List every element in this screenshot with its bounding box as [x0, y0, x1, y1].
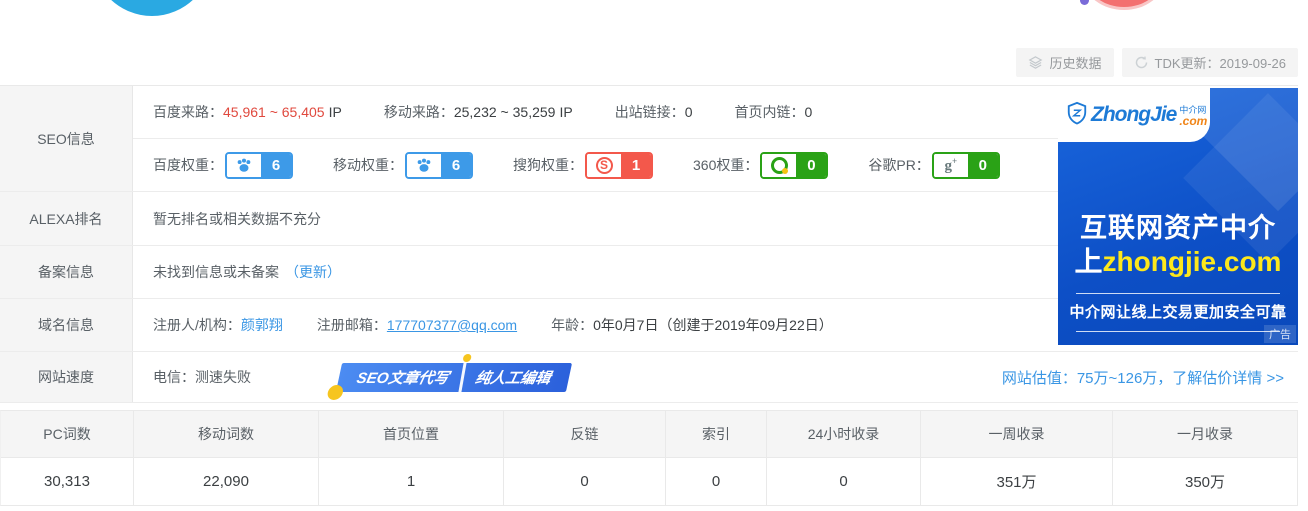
stats-value-cell: 30,313	[1, 458, 134, 505]
ad-domain-line: 上zhongjie.com	[1058, 240, 1298, 280]
icp-value: 未找到信息或未备案	[153, 262, 279, 282]
registrant-link[interactable]: 颜郭翔	[241, 315, 283, 335]
stats-value-cell: 0	[767, 458, 921, 505]
alexa-row-label: ALEXA排名	[0, 192, 133, 245]
stats-header-cell: 移动词数	[134, 411, 319, 458]
alexa-value: 暂无排名或相关数据不充分	[153, 209, 321, 229]
valuation-detail-link[interactable]: 了解估价详情 >>	[1172, 370, 1284, 387]
cropped-logo-dot	[1080, 0, 1089, 5]
weight-360-badge[interactable]: 0	[760, 152, 828, 179]
stats-header-cell: 反链	[504, 411, 666, 458]
seo-report-page: 历史数据 TDK更新：2019-09-26 SEO信息 百度来路： 45,961…	[0, 0, 1308, 511]
mobile-weight-badge[interactable]: 6	[405, 152, 473, 179]
google-pr-badge[interactable]: g+ 0	[932, 152, 1000, 179]
ad-divider	[1076, 331, 1280, 332]
stats-value-cell: 0	[504, 458, 666, 505]
outbound-links: 出站链接： 0	[615, 102, 693, 122]
stats-value-row: 30,313 22,090 1 0 0 0 351万 350万	[1, 458, 1297, 505]
sogou-s-icon: S	[587, 154, 621, 177]
zhongjie-logo: ZhongJie 中介网 .com	[1058, 88, 1210, 142]
stats-value-cell: 0	[666, 458, 767, 505]
history-data-label: 历史数据	[1049, 53, 1101, 72]
registrant: 注册人/机构： 颜郭翔	[153, 315, 283, 335]
ad-tag-label: 广告	[1264, 325, 1296, 343]
sogou-weight: 搜狗权重： S 1	[513, 152, 653, 179]
mobile-weight: 移动权重： 6	[333, 152, 473, 179]
telecom-speed-value: 电信：测速失败	[153, 367, 251, 387]
email-link[interactable]: 177707377@qq.com	[387, 317, 517, 333]
baidu-traffic: 百度来路： 45,961 ~ 65,405 IP	[153, 102, 342, 122]
baidu-weight-badge[interactable]: 6	[225, 152, 293, 179]
zhongjie-ad-banner[interactable]: ZhongJie 中介网 .com 互联网资产中介 上zhongjie.com …	[1058, 88, 1298, 345]
browser-360-icon	[762, 154, 796, 177]
stats-value-cell: 1	[319, 458, 504, 505]
stats-value-cell: 351万	[921, 458, 1113, 505]
refresh-icon	[1134, 55, 1149, 70]
stats-header-row: PC词数 移动词数 首页位置 反链 索引 24小时收录 一周收录 一月收录	[1, 411, 1297, 458]
stats-header-cell: 24小时收录	[767, 411, 921, 458]
seo-article-ad-ribbon[interactable]: SEO文章代写 纯人工编辑	[336, 363, 572, 392]
icp-row-label: 备案信息	[0, 246, 133, 298]
stats-header-cell: 索引	[666, 411, 767, 458]
tdk-update-label: TDK更新：2019-09-26	[1155, 53, 1287, 72]
cropped-partner-logo	[1084, 0, 1164, 10]
weight-360: 360权重： 0	[693, 152, 828, 179]
google-plus-icon: g+	[934, 154, 968, 177]
stats-header-cell: 一周收录	[921, 411, 1113, 458]
ribbon-divider	[458, 363, 466, 392]
mobile-traffic: 移动来路： 25,232 ~ 35,259 IP	[384, 102, 573, 122]
tdk-update-button[interactable]: TDK更新：2019-09-26	[1122, 48, 1299, 77]
stats-header-cell: PC词数	[1, 411, 134, 458]
ad-slogan: 中介网让线上交易更加安全可靠	[1058, 301, 1298, 322]
ad-divider	[1076, 293, 1280, 294]
keyword-stats-table: PC词数 移动词数 首页位置 反链 索引 24小时收录 一周收录 一月收录 30…	[0, 410, 1298, 506]
stats-header-cell: 首页位置	[319, 411, 504, 458]
layers-icon	[1028, 55, 1043, 70]
baidu-paw-icon	[407, 154, 441, 177]
speed-row-label: 网站速度	[0, 352, 133, 402]
stats-value-cell: 350万	[1113, 458, 1297, 505]
cropped-site-logo	[92, 0, 212, 16]
toolbar: 历史数据 TDK更新：2019-09-26	[1016, 48, 1298, 77]
baidu-paw-icon	[227, 154, 261, 177]
history-data-button[interactable]: 历史数据	[1016, 48, 1113, 77]
yellow-dot-icon	[326, 385, 344, 400]
shield-icon	[1066, 101, 1088, 130]
ad-logo-name: ZhongJie	[1091, 103, 1176, 127]
domain-row-label: 域名信息	[0, 299, 133, 351]
ad-logo-com: .com	[1179, 116, 1207, 127]
stats-value-cell: 22,090	[134, 458, 319, 505]
register-email: 注册邮箱： 177707377@qq.com	[317, 315, 517, 335]
domain-age: 年龄： 0年0月7日（创建于2019年09月22日）	[551, 315, 833, 335]
icp-update-link[interactable]: （更新）	[285, 262, 341, 282]
seo-info-row-label: SEO信息	[0, 86, 133, 191]
site-speed-row: 网站速度 电信：测速失败 SEO文章代写 纯人工编辑 网站估值：75万~126万…	[0, 352, 1298, 403]
yellow-dot-icon	[462, 354, 472, 362]
sogou-weight-badge[interactable]: S 1	[585, 152, 653, 179]
stats-header-cell: 一月收录	[1113, 411, 1297, 458]
homepage-inner-links: 首页内链： 0	[734, 102, 812, 122]
baidu-weight: 百度权重： 6	[153, 152, 293, 179]
site-valuation: 网站估值：75万~126万，了解估价详情 >>	[1002, 367, 1298, 388]
google-pr: 谷歌PR： g+ 0	[868, 152, 999, 179]
